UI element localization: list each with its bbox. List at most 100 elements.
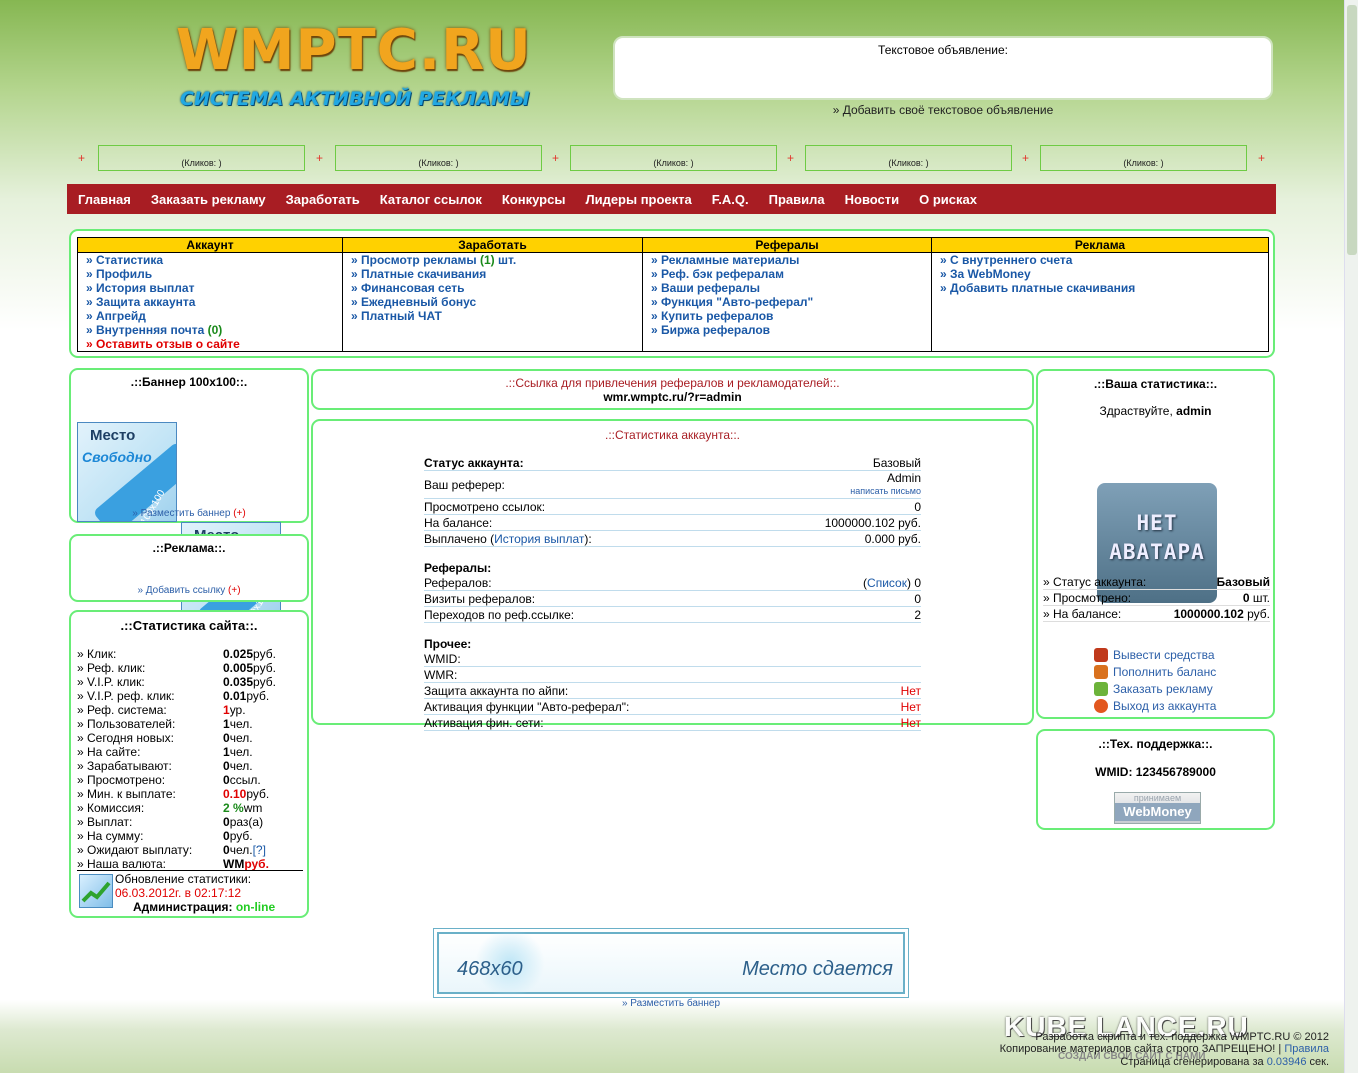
user-balance-value: 1000000.102 — [1173, 607, 1244, 621]
write-letter-link[interactable]: написать письмо — [850, 486, 921, 496]
ref-visits-row: Визиты рефералов: 0 — [424, 591, 921, 607]
add-text-ad-link[interactable]: » Добавить своё текстовое объявление — [613, 103, 1273, 117]
balance-row: На балансе: 1000000.102 руб. — [424, 515, 921, 531]
menu-profile[interactable]: » Профиль — [78, 267, 342, 281]
auto-referral-row: Активация функции "Авто-реферал": Нет — [424, 699, 921, 715]
menu-for-webmoney[interactable]: » За WebMoney — [932, 267, 1268, 281]
menu-from-internal-account[interactable]: » С внутреннего счета — [932, 253, 1268, 267]
menu-daily-bonus[interactable]: » Ежедневный бонус — [343, 295, 642, 309]
user-actions: Вывести средства Пополнить баланс Заказа… — [1094, 646, 1216, 714]
nav-rules[interactable]: Правила — [769, 192, 825, 207]
banner-100-box: .::Баннер 100x100::. Место Свободно 100x… — [69, 368, 309, 622]
menu-paid-downloads[interactable]: » Платные скачивания — [343, 267, 642, 281]
click-slot[interactable]: (Кликов: ) — [805, 145, 1012, 171]
menu-header-account: Аккаунт — [78, 238, 342, 253]
site-stat-value: WM — [223, 857, 245, 871]
nav-home[interactable]: Главная — [78, 192, 131, 207]
click-slot[interactable]: (Кликов: ) — [335, 145, 542, 171]
text-ad-label: Текстовое объявление: — [878, 43, 1008, 57]
site-stat-row: » Зарабатывают: 0 чел. — [77, 759, 303, 773]
banner-468-slot[interactable]: 468x60 Место сдается — [433, 928, 909, 998]
menu-referral-exchange[interactable]: » Биржа рефералов — [643, 323, 931, 337]
left-ads-box: .::Реклама::. » Добавить ссылку (+) — [69, 534, 309, 602]
site-stat-value: 1 — [223, 745, 230, 759]
click-slot[interactable]: (Кликов: ) — [98, 145, 305, 171]
menu-view-ads[interactable]: » Просмотр рекламы (1) шт. — [343, 253, 642, 267]
wmr-label: WMR: — [424, 668, 458, 682]
referrals-list-link[interactable]: Список — [867, 576, 907, 590]
page-scrollbar[interactable] — [1344, 0, 1358, 1073]
avatar-line1: НЕТ — [1136, 511, 1178, 535]
logout-link[interactable]: Выход из аккаунта — [1094, 697, 1216, 714]
site-stats-title: .::Статистика сайта::. — [120, 618, 258, 633]
nav-faq[interactable]: F.A.Q. — [712, 192, 749, 207]
payout-history-link[interactable]: История выплат — [494, 532, 584, 546]
user-status-row: » Статус аккаунта: Базовый — [1043, 574, 1270, 590]
paid-row: Выплачено (История выплат): 0.000 руб. — [424, 531, 921, 547]
menu-add-paid-downloads[interactable]: » Добавить платные скачивания — [932, 281, 1268, 295]
site-stat-unit: wm — [243, 801, 263, 815]
menu-upgrade[interactable]: » Апгрейд — [78, 309, 342, 323]
ip-protection-value[interactable]: Нет — [901, 684, 921, 698]
scrollbar-thumb[interactable] — [1347, 5, 1357, 255]
nav-leaders[interactable]: Лидеры проекта — [585, 192, 691, 207]
site-stat-row: » Выплат: 0 раз(а) — [77, 815, 303, 829]
site-stat-unit: руб. — [246, 689, 270, 703]
nav-earn[interactable]: Заработать — [286, 192, 360, 207]
site-stat-label: » V.I.P. реф. клик: — [77, 689, 175, 703]
nav-order-ads[interactable]: Заказать рекламу — [151, 192, 266, 207]
site-stat-row: » Ожидают выплату: 0 чел. [?] — [77, 843, 303, 857]
site-stat-unit: раз(а) — [229, 815, 264, 829]
site-stats-list: » Клик: 0.025 руб.» Реф. клик: 0.005 руб.»… — [77, 647, 303, 871]
support-title: .::Тех. поддержка::. — [1098, 737, 1213, 751]
menu-buy-referrals[interactable]: » Купить рефералов — [643, 309, 931, 323]
plus-sign: + — [1022, 151, 1030, 165]
account-stats-table: Статус аккаунта: Базовый Ваш реферер: Admi… — [424, 455, 921, 731]
ref-clicks-label: Переходов по реф.ссылке: — [424, 608, 575, 622]
top-up-balance-link[interactable]: Пополнить баланс — [1094, 663, 1216, 680]
ip-protection-row: Защита аккаунта по айпи: Нет — [424, 683, 921, 699]
menu-promo-materials[interactable]: » Рекламные материалы — [643, 253, 931, 267]
menu-paid-chat[interactable]: » Платный ЧАТ — [343, 309, 642, 323]
nav-link-catalog[interactable]: Каталог ссылок — [380, 192, 482, 207]
menu-internal-mail[interactable]: » Внутренняя почта (0) — [78, 323, 342, 337]
webmoney-badge[interactable]: принимаем WebMoney — [1114, 792, 1201, 824]
fin-network-value[interactable]: Нет — [901, 716, 921, 730]
site-stat-label: » Наша валюта: — [77, 857, 167, 871]
banner-468-size: 468x60 — [457, 958, 523, 980]
order-ads-link[interactable]: Заказать рекламу — [1094, 680, 1216, 697]
site-stat-label: » На сайте: — [77, 745, 141, 759]
plus-sign: + — [316, 151, 324, 165]
site-stat-label: » Реф. система: — [77, 703, 167, 717]
click-slot[interactable]: (Кликов: ) — [1040, 145, 1247, 171]
ref-link-url[interactable]: wmr.wmptc.ru/?r=admin — [313, 390, 1032, 404]
menu-payout-history[interactable]: » История выплат — [78, 281, 342, 295]
menu-account-protection[interactable]: » Защита аккаунта — [78, 295, 342, 309]
menu-leave-feedback[interactable]: » Оставить отзыв о сайте — [78, 337, 342, 351]
nav-contests[interactable]: Конкурсы — [502, 192, 566, 207]
plus-sign: + — [78, 151, 86, 165]
menu-auto-referral[interactable]: » Функция "Авто-реферал" — [643, 295, 931, 309]
menu-view-ads-label: » Просмотр рекламы — [351, 253, 481, 267]
menu-ref-back[interactable]: » Реф. бэк рефералам — [643, 267, 931, 281]
auto-referral-value[interactable]: Нет — [901, 700, 921, 714]
place-banner-468-link[interactable]: » Разместить баннер — [433, 998, 909, 1009]
site-stat-value: 0.035 — [223, 675, 254, 689]
menu-financial-network[interactable]: » Финансовая сеть — [343, 281, 642, 295]
place-banner-link[interactable]: » Разместить баннер (+) — [71, 505, 307, 519]
footer-rules-link[interactable]: Правила — [1284, 1043, 1329, 1055]
ip-protection-label: Защита аккаунта по айпи: — [424, 684, 569, 698]
menu-your-referrals[interactable]: » Ваши рефералы — [643, 281, 931, 295]
help-link[interactable]: [?] — [253, 843, 266, 857]
user-viewed-row: » Просмотрено: 0 шт. — [1043, 590, 1270, 606]
click-slot[interactable]: (Кликов: ) — [570, 145, 777, 171]
withdraw-funds-link[interactable]: Вывести средства — [1094, 646, 1216, 663]
logo-title[interactable]: WMPTC.RU — [176, 18, 532, 83]
nav-risks[interactable]: О рисках — [919, 192, 977, 207]
nav-news[interactable]: Новости — [845, 192, 900, 207]
gen-label: Страница сгенерирована за — [1120, 1056, 1267, 1068]
add-link-link[interactable]: » Добавить ссылку (+) — [71, 582, 307, 596]
menu-statistics[interactable]: » Статистика — [78, 253, 342, 267]
support-wmid: WMID: 123456789000 — [1095, 765, 1216, 779]
gen-time: 0.03946 — [1266, 1056, 1307, 1068]
